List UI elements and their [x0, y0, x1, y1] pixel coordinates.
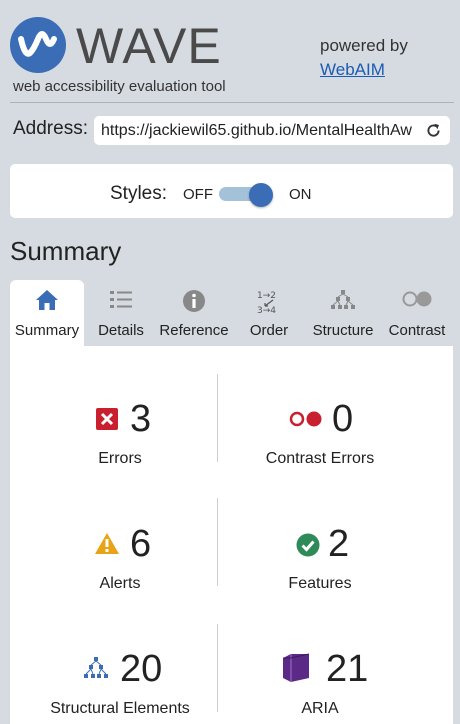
- structure-icon: [331, 290, 355, 309]
- column-divider: [217, 498, 218, 586]
- alerts-label: Alerts: [99, 575, 141, 592]
- tab-summary[interactable]: Summary: [10, 280, 84, 346]
- alert-icon: [95, 533, 119, 554]
- tab-label: Summary: [14, 322, 80, 339]
- tab-label: Contrast: [388, 322, 446, 339]
- contrast-error-icon: [289, 411, 322, 427]
- errors-count: 3: [130, 398, 152, 440]
- header: WAVE web accessibility evaluation tool p…: [0, 0, 460, 102]
- toggle-thumb[interactable]: [249, 183, 273, 207]
- structural-elements-label: Structural Elements: [50, 700, 190, 717]
- tab-structure[interactable]: Structure: [304, 280, 382, 346]
- tab-label: Order: [249, 322, 289, 339]
- feature-check-icon: [296, 533, 320, 557]
- refresh-icon[interactable]: [425, 122, 442, 139]
- aria-label: ARIA: [301, 700, 339, 717]
- page-title: Summary: [10, 236, 122, 266]
- summary-panel: 3 Errors 0 Contrast Errors 6 Alerts 2 Fe…: [10, 346, 453, 724]
- errors-label: Errors: [98, 450, 142, 467]
- tab-order[interactable]: 1→2 3→4 Order: [236, 280, 302, 346]
- svg-text:1→2: 1→2: [257, 291, 276, 301]
- webaim-link[interactable]: WebAIM: [320, 60, 385, 80]
- styles-panel: Styles: OFF ON: [10, 164, 453, 218]
- features-count: 2: [328, 523, 350, 565]
- header-divider: [10, 102, 454, 103]
- contrast-errors-count: 0: [332, 398, 354, 440]
- list-icon: [110, 291, 132, 308]
- column-divider: [217, 374, 218, 462]
- structure-icon: [84, 657, 108, 678]
- column-divider: [217, 624, 218, 712]
- contrast-errors-label: Contrast Errors: [265, 450, 375, 467]
- tab-label: Details: [98, 322, 144, 339]
- address-label: Address:: [13, 118, 88, 139]
- app-title: WAVE: [76, 18, 222, 74]
- aria-icon: [283, 653, 310, 682]
- styles-toggle[interactable]: [217, 183, 273, 207]
- wave-logo-icon: [10, 17, 66, 73]
- features-label: Features: [288, 575, 352, 592]
- home-icon: [36, 290, 58, 310]
- tab-label: Structure: [312, 322, 374, 339]
- error-icon: [96, 408, 118, 430]
- address-bar: [94, 116, 450, 145]
- styles-on-label: ON: [289, 186, 312, 203]
- svg-text:3→4: 3→4: [257, 306, 276, 315]
- tab-details[interactable]: Details: [88, 280, 154, 346]
- info-icon: [183, 290, 205, 312]
- styles-off-label: OFF: [183, 186, 213, 203]
- structural-elements-count: 20: [120, 648, 163, 690]
- aria-count: 21: [326, 648, 369, 690]
- powered-by-text: powered by: [320, 36, 408, 55]
- tab-label: Reference: [159, 322, 229, 339]
- tab-contrast[interactable]: Contrast: [384, 280, 450, 346]
- styles-label: Styles:: [110, 183, 168, 204]
- tab-bar: Summary Details Reference 1→2 3→4 Order: [10, 280, 453, 346]
- tab-reference[interactable]: Reference: [156, 280, 232, 346]
- order-icon: 1→2 3→4: [257, 291, 276, 315]
- app-tagline: web accessibility evaluation tool: [13, 78, 226, 95]
- contrast-icon: [402, 291, 432, 307]
- alerts-count: 6: [130, 523, 152, 565]
- address-input[interactable]: [101, 120, 419, 141]
